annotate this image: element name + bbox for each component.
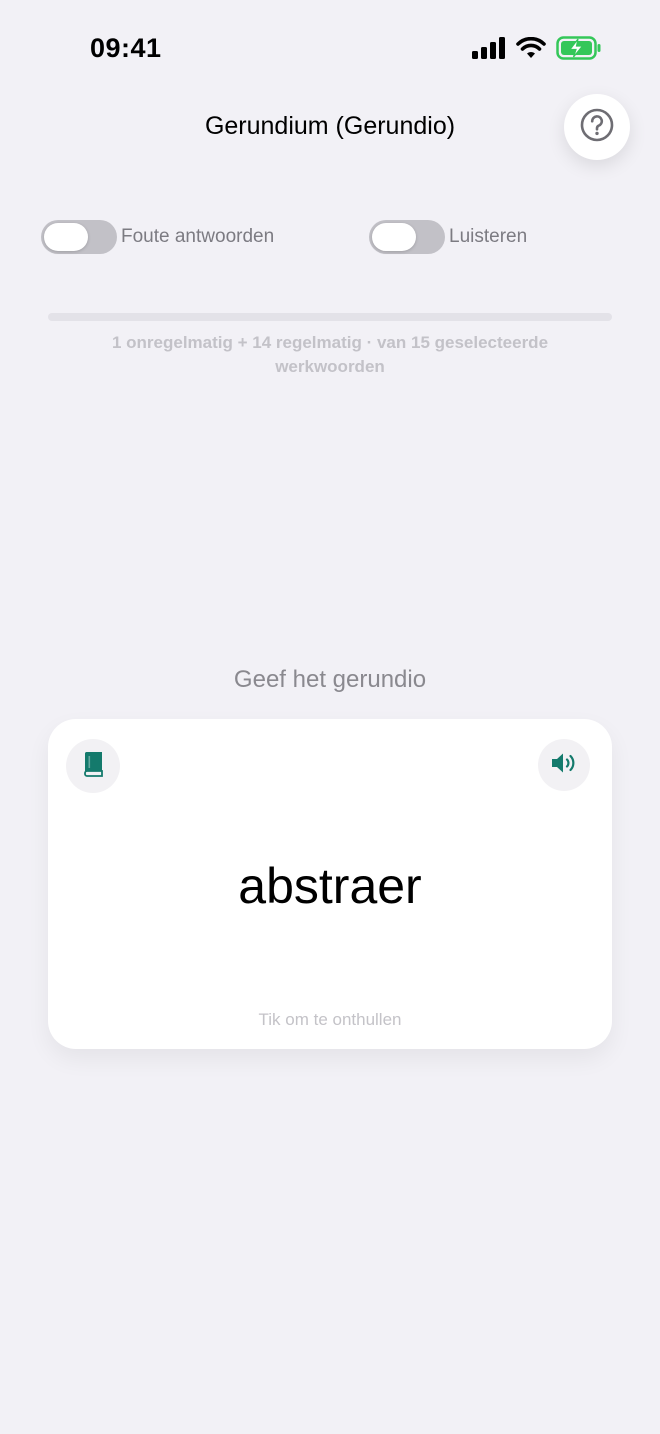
toggle-row-wrong-answers: Foute antwoorden — [41, 220, 274, 254]
speaker-icon — [550, 751, 578, 780]
speaker-button[interactable] — [538, 739, 590, 791]
book-icon — [82, 751, 104, 782]
page-title: Gerundium (Gerundio) — [204, 112, 456, 140]
listening-label: Luisteren — [449, 226, 528, 247]
status-icons — [472, 36, 602, 60]
status-time: 09:41 — [90, 33, 162, 63]
help-button[interactable] — [564, 94, 630, 160]
battery-charging-icon — [556, 36, 602, 60]
screen: 09:41 Gerundium (Gerundio) Foute antwoor… — [0, 0, 660, 1434]
toggle-knob — [44, 223, 88, 251]
toggle-row-listening: Luisteren — [369, 220, 527, 254]
progress-text: 1 onregelmatig + 14 regelmatig · van 15 … — [111, 333, 549, 376]
dictionary-button[interactable] — [66, 739, 120, 793]
progress-bar — [48, 313, 612, 321]
verb-word: abstraer — [238, 858, 422, 914]
toggle-knob — [372, 223, 416, 251]
cellular-signal-icon — [472, 37, 506, 59]
reveal-hint: Tik om te onthullen — [258, 1010, 402, 1029]
prompt-text: Geef het gerundio — [233, 666, 427, 693]
wrong-answers-toggle[interactable] — [41, 220, 117, 254]
wifi-icon — [516, 37, 546, 59]
listening-toggle[interactable] — [369, 220, 445, 254]
flashcard[interactable]: abstraer Tik om te onthullen — [48, 719, 612, 1049]
wrong-answers-label: Foute antwoorden — [121, 226, 275, 247]
question-circle-icon — [580, 108, 614, 147]
